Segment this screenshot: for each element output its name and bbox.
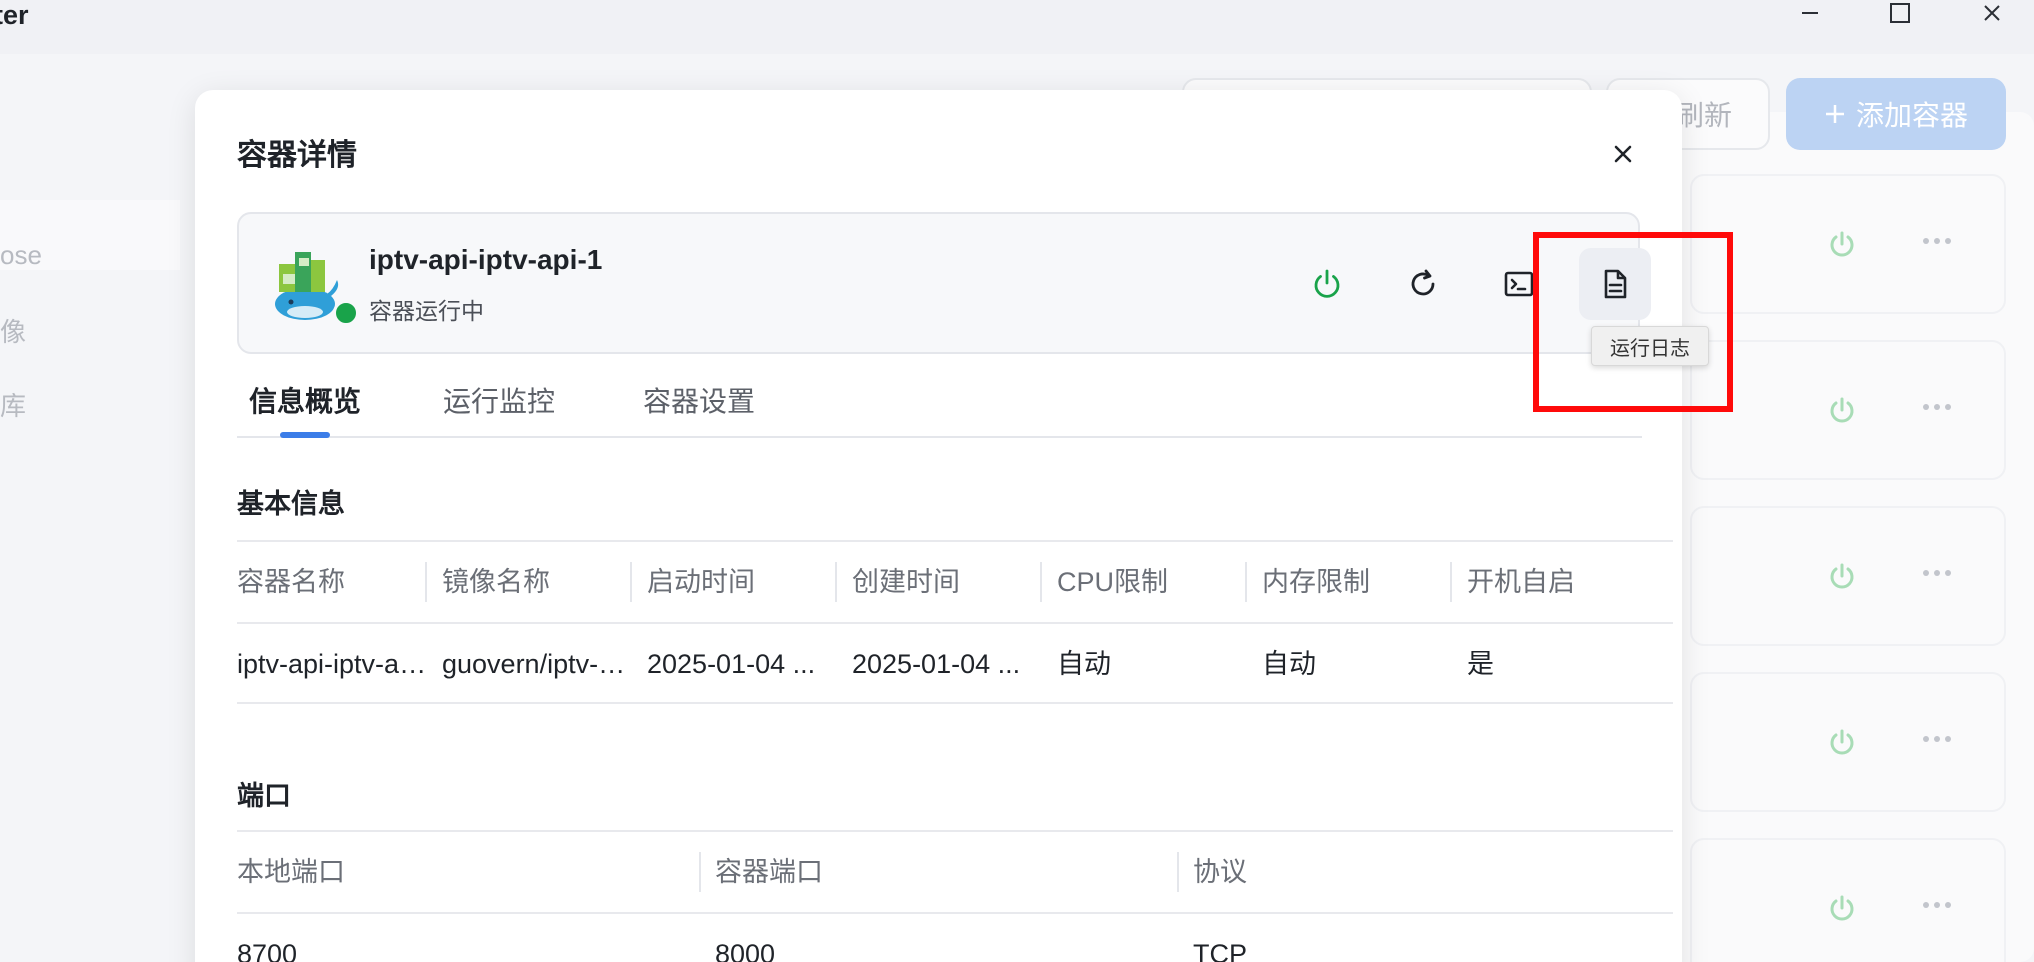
power-icon[interactable] [1826, 726, 1858, 758]
column-header: 内存限制 [1262, 567, 1370, 597]
tab-settings[interactable]: 容器设置 [643, 380, 755, 420]
column-divider [1177, 852, 1179, 892]
power-icon[interactable] [1826, 228, 1858, 260]
basic-info-table: 容器名称 镜像名称 启动时间 创建时间 CPU限制 内存限制 开机自启 iptv… [237, 540, 1673, 704]
restart-icon [1411, 269, 1435, 296]
basic-info-title: 基本信息 [237, 489, 345, 519]
sidebar-item-images[interactable]: 像 [0, 312, 26, 349]
column-header: 容器端口 [715, 857, 823, 887]
ports-title: 端口 [237, 781, 291, 811]
table-header: 本地端口 容器端口 协议 [237, 830, 1673, 912]
close-window-button[interactable] [1962, 0, 2022, 26]
column-header: 协议 [1193, 857, 1247, 887]
minimize-button[interactable] [1780, 0, 1840, 26]
refresh-label: 刷新 [1675, 100, 1732, 131]
active-tab-indicator [280, 432, 330, 438]
column-header: 镜像名称 [442, 567, 550, 597]
more-icon[interactable] [1922, 236, 1952, 246]
close-icon [1984, 5, 2000, 21]
table-cell: 自动 [1057, 649, 1111, 679]
column-header: 开机自启 [1467, 567, 1575, 597]
container-row[interactable] [1690, 838, 2006, 962]
title-bar: ter [0, 0, 2034, 54]
add-container-label: 添加容器 [1855, 100, 1968, 131]
table-cell: iptv-api-iptv-api-1 [237, 649, 427, 679]
table-row: iptv-api-iptv-api-1 guovern/iptv-api 202… [237, 622, 1673, 704]
table-cell: 自动 [1262, 649, 1316, 679]
sidebar-item-compose[interactable]: ose [0, 240, 42, 271]
container-summary-card: iptv-api-iptv-api-1 容器运行中 [237, 212, 1651, 354]
close-dialog-button[interactable] [1605, 136, 1641, 172]
table-cell: 2025-01-04 ... [647, 649, 816, 679]
power-icon[interactable] [1826, 560, 1858, 592]
minimize-icon [1802, 12, 1818, 14]
more-icon[interactable] [1922, 568, 1952, 578]
column-header: 本地端口 [237, 857, 345, 887]
more-icon[interactable] [1922, 900, 1952, 910]
column-divider [1040, 562, 1042, 602]
table-cell: 是 [1467, 649, 1494, 679]
container-row[interactable] [1690, 340, 2006, 480]
sidebar-item-registry[interactable]: 库 [0, 386, 26, 423]
column-header: CPU限制 [1057, 567, 1169, 597]
container-status: 容器运行中 [369, 298, 484, 324]
container-row[interactable] [1690, 506, 2006, 646]
close-icon [1614, 145, 1632, 163]
annotation-highlight-box [1533, 232, 1733, 412]
column-divider [835, 562, 837, 602]
app-title: ter [0, 0, 29, 30]
column-divider [425, 562, 427, 602]
detail-tabs: 信息概览 运行监控 容器设置 [237, 380, 1642, 438]
tab-overview[interactable]: 信息概览 [249, 380, 361, 420]
container-row[interactable] [1690, 174, 2006, 314]
container-name: iptv-api-iptv-api-1 [369, 244, 603, 275]
table-cell: 2025-01-04 ... [852, 649, 1021, 679]
power-icon[interactable] [1826, 394, 1858, 426]
dialog-title: 容器详情 [237, 139, 357, 172]
plus-icon [1825, 105, 1844, 123]
more-icon[interactable] [1922, 402, 1952, 412]
column-divider [1450, 562, 1452, 602]
column-divider [1245, 562, 1247, 602]
table-cell: 8000 [715, 939, 776, 962]
add-container-button[interactable]: 添加容器 [1786, 78, 2006, 150]
ports-table: 本地端口 容器端口 协议 8700 8000 TCP [237, 830, 1673, 962]
terminal-icon [1504, 271, 1534, 297]
maximize-icon [1890, 3, 1910, 23]
running-status-dot [333, 300, 359, 326]
stop-button[interactable] [1291, 248, 1363, 320]
power-icon [1314, 269, 1340, 298]
table-cell: guovern/iptv-api [442, 649, 632, 679]
table-cell: TCP [1193, 939, 1247, 962]
column-header: 创建时间 [852, 567, 960, 597]
container-row[interactable] [1690, 672, 2006, 812]
column-header: 启动时间 [647, 567, 755, 597]
table-cell: 8700 [237, 939, 298, 962]
more-icon[interactable] [1922, 734, 1952, 744]
table-row: 8700 8000 TCP [237, 912, 1673, 962]
tab-monitoring[interactable]: 运行监控 [443, 380, 555, 420]
maximize-button[interactable] [1870, 0, 1930, 26]
container-detail-dialog: 容器详情 iptv-api-iptv-api-1 容器运行中 信息概览 运行监控… [195, 90, 1682, 962]
column-header: 容器名称 [237, 567, 345, 597]
restart-button[interactable] [1387, 248, 1459, 320]
column-divider [699, 852, 701, 892]
power-icon[interactable] [1826, 892, 1858, 924]
column-divider [630, 562, 632, 602]
table-header: 容器名称 镜像名称 启动时间 创建时间 CPU限制 内存限制 开机自启 [237, 540, 1673, 622]
